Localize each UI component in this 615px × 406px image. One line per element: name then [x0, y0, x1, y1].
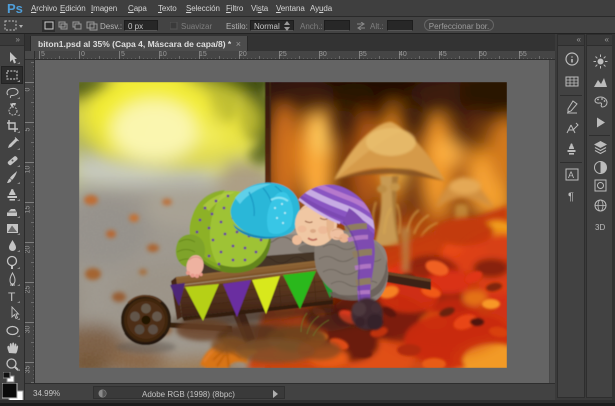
- svg-text:T: T: [8, 290, 16, 304]
- svg-text:3D: 3D: [595, 223, 605, 232]
- svg-text:A: A: [568, 170, 574, 180]
- svg-text:¶: ¶: [568, 191, 574, 203]
